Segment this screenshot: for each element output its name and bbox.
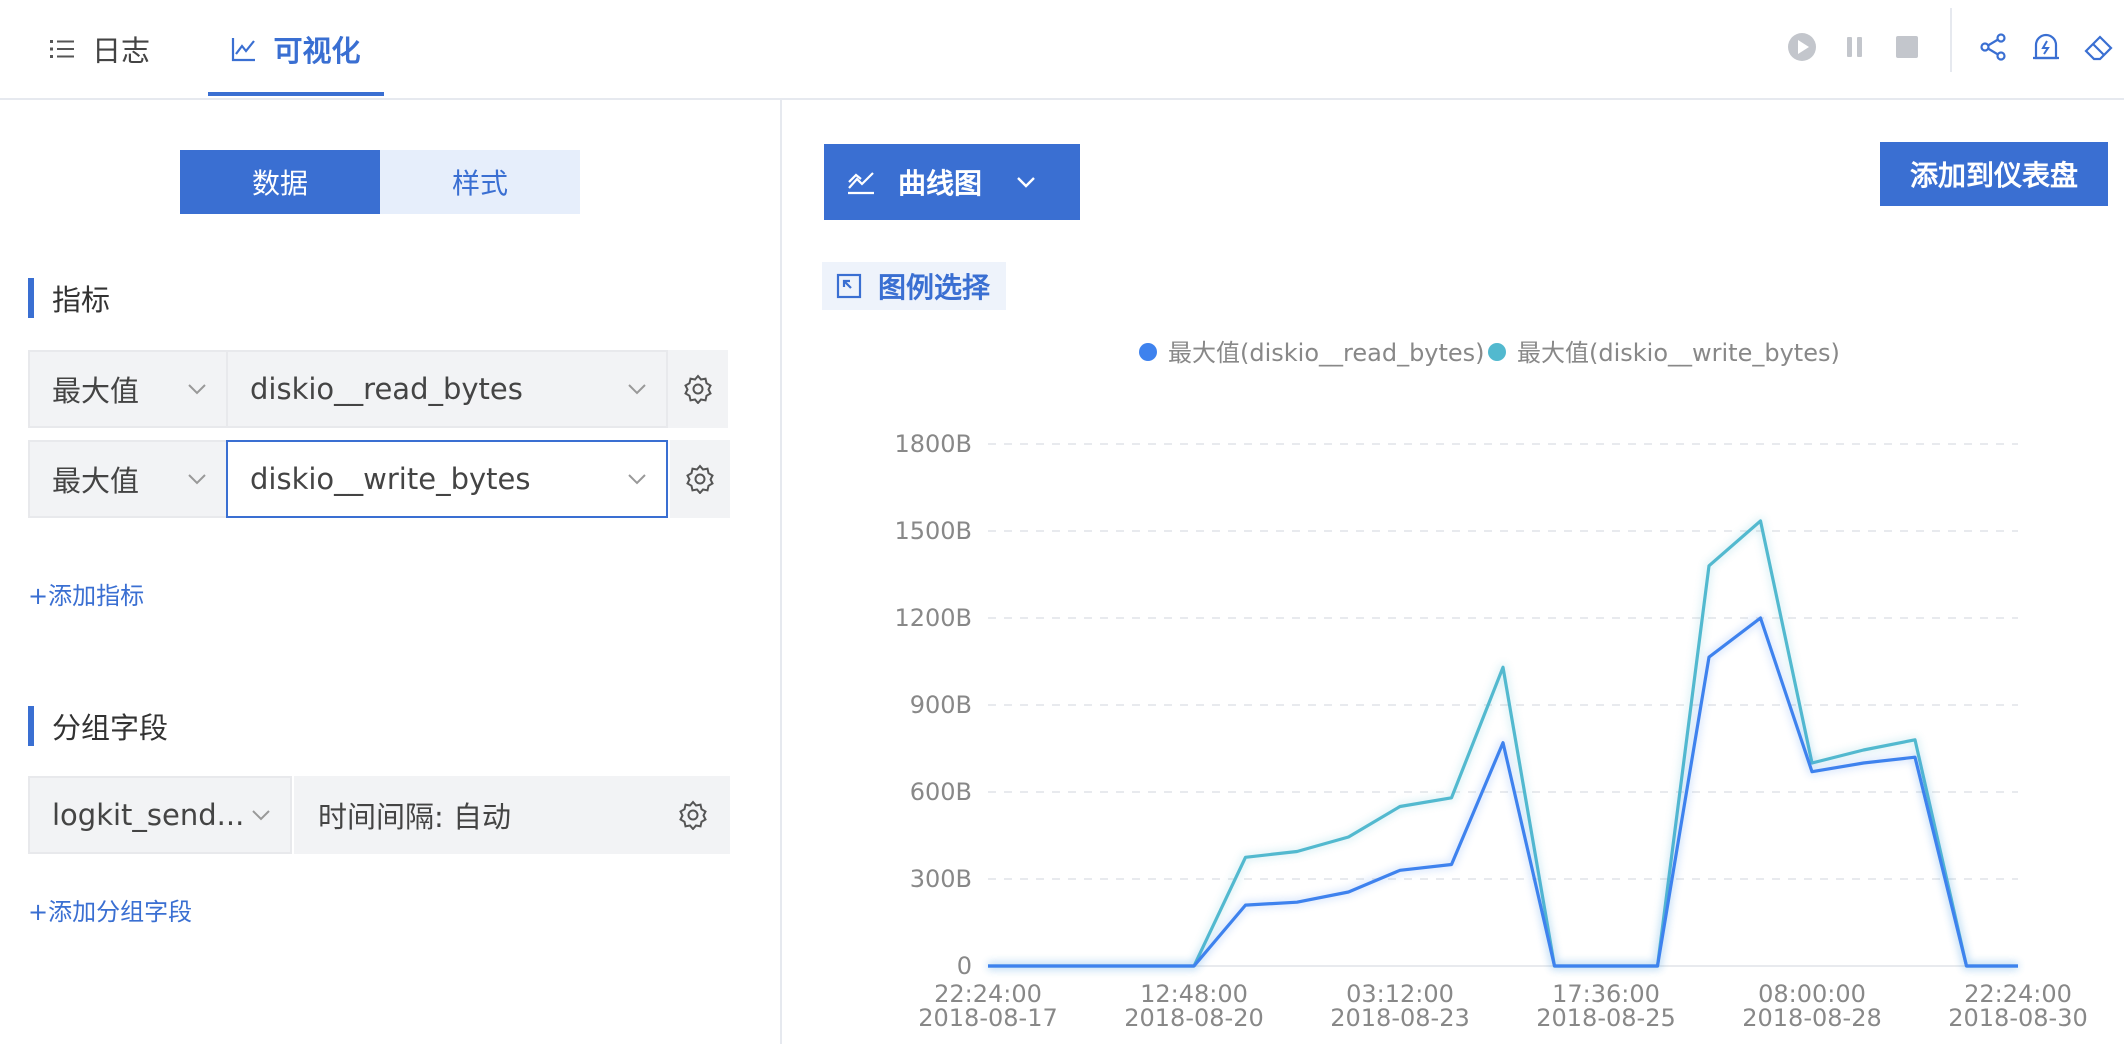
legend-marker[interactable] [1488, 343, 1506, 361]
field-select-2[interactable]: diskio__write_bytes [226, 440, 668, 518]
active-tab-indicator [208, 92, 384, 96]
metric-settings-button-1[interactable] [668, 350, 728, 428]
alert-bell-icon[interactable] [2021, 22, 2071, 72]
play-icon[interactable] [1777, 22, 1827, 72]
list-icon [50, 40, 74, 58]
y-tick-label: 600B [910, 778, 972, 806]
add-group-field-link[interactable]: +添加分组字段 [28, 892, 192, 927]
chevron-down-icon [628, 442, 646, 516]
legend-select-label: 图例选择 [878, 271, 991, 304]
aggregation-value-2: 最大值 [52, 464, 140, 498]
x-tick-date: 2018-08-20 [1124, 1004, 1263, 1032]
segment-data[interactable]: 数据 [180, 150, 380, 214]
add-metric-link[interactable]: +添加指标 [28, 576, 144, 611]
y-tick-label: 900B [910, 691, 972, 719]
line-chart-icon [848, 172, 874, 195]
pause-icon[interactable] [1830, 22, 1880, 72]
y-tick-label: 1200B [894, 604, 972, 632]
query-panel: 数据 样式 指标 最大值 diskio__read_bytes 最大值 disk… [0, 100, 782, 1044]
group-settings-button[interactable] [678, 778, 708, 852]
aggregation-value-1: 最大值 [52, 374, 140, 408]
eraser-icon[interactable] [2074, 22, 2124, 72]
gear-icon [684, 374, 712, 404]
tab-logs-label: 日志 [92, 34, 151, 68]
group-field-value: logkit_send... [52, 798, 245, 832]
gear-icon [679, 800, 707, 830]
metric-settings-button-2[interactable] [670, 440, 730, 518]
group-title-label: 分组字段 [52, 711, 169, 745]
toolbar-divider [1950, 8, 1952, 72]
stop-icon[interactable] [1882, 22, 1932, 72]
chevron-down-icon [252, 778, 270, 852]
line-chart: 最大值(diskio__read_bytes) 最大值(diskio__write… [894, 339, 2087, 1032]
x-tick-date: 2018-08-28 [1742, 1004, 1881, 1032]
segment-style[interactable]: 样式 [380, 150, 580, 214]
top-bar: 日志 可视化 [0, 0, 2124, 100]
y-tick-label: 1800B [894, 430, 972, 458]
aggregation-select-1[interactable]: 最大值 [28, 350, 228, 428]
field-select-1[interactable]: diskio__read_bytes [226, 350, 668, 428]
chart-type-select[interactable]: 曲线图 [824, 144, 1080, 220]
tab-visualize[interactable]: 可视化 [208, 0, 384, 98]
metrics-section-title: 指标 [28, 278, 110, 318]
y-tick-label: 0 [957, 952, 972, 980]
interval-select[interactable]: 时间间隔: 自动 [294, 776, 730, 854]
section-marker [28, 706, 34, 746]
group-field-select[interactable]: logkit_send... [28, 776, 292, 854]
share-icon[interactable] [1968, 22, 2018, 72]
chevron-down-icon [628, 352, 646, 426]
metrics-title-label: 指标 [52, 283, 111, 317]
add-to-dashboard-button[interactable]: 添加到仪表盘 [1880, 142, 2108, 206]
field-value-2: diskio__write_bytes [250, 462, 531, 496]
tab-visualize-label: 可视化 [273, 34, 361, 68]
aggregation-select-2[interactable]: 最大值 [28, 440, 228, 518]
section-marker [28, 278, 34, 318]
chart-type-label: 曲线图 [898, 167, 983, 200]
x-tick-date: 2018-08-25 [1536, 1004, 1675, 1032]
x-tick-date: 2018-08-23 [1330, 1004, 1469, 1032]
chevron-down-icon [188, 442, 206, 516]
group-section-title: 分组字段 [28, 706, 168, 746]
chevron-down-icon [188, 352, 206, 426]
gear-icon [686, 464, 714, 494]
x-tick-date: 2018-08-30 [1948, 1004, 2087, 1032]
interval-value: 时间间隔: 自动 [318, 800, 511, 834]
legend-label[interactable]: 最大值(diskio__write_bytes) [1517, 339, 1840, 367]
legend-marker[interactable] [1139, 343, 1157, 361]
y-tick-label: 1500B [894, 517, 972, 545]
field-value-1: diskio__read_bytes [250, 372, 523, 406]
x-tick-date: 2018-08-17 [918, 1004, 1057, 1032]
legend-label[interactable]: 最大值(diskio__read_bytes) [1168, 339, 1485, 367]
tab-logs[interactable]: 日志 [50, 0, 150, 98]
legend-select-button[interactable]: 图例选择 [822, 262, 1006, 310]
legend-select-icon [836, 273, 862, 299]
line-chart-icon [232, 38, 256, 62]
y-tick-label: 300B [910, 865, 972, 893]
chevron-down-icon [994, 144, 1058, 220]
